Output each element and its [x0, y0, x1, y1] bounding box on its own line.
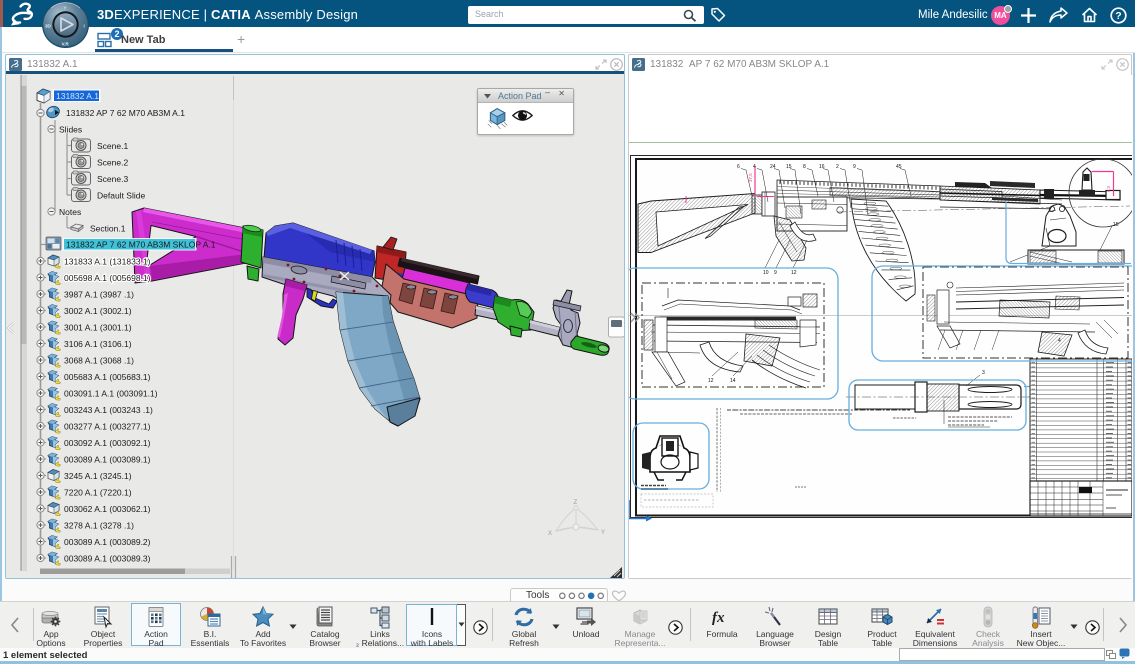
svg-text:3245 A.1 (3245.1): 3245 A.1 (3245.1) [64, 471, 132, 481]
svg-text:Section.1: Section.1 [90, 224, 126, 234]
svg-text:V.R: V.R [62, 42, 70, 47]
svg-text:Scene.3: Scene.3 [97, 174, 128, 184]
svg-text:003089 A.1 (003089.1): 003089 A.1 (003089.1) [64, 455, 151, 465]
svg-text:15: 15 [786, 164, 792, 170]
svg-text:3: 3 [982, 370, 985, 376]
svg-text:12: 12 [708, 378, 714, 384]
svg-text:10: 10 [763, 270, 769, 276]
svg-text:003062 A.1 (003062.1): 003062 A.1 (003062.1) [64, 504, 151, 514]
svg-text:8: 8 [803, 164, 806, 170]
svg-text:005698 A.1 (005698.1): 005698 A.1 (005698.1) [64, 273, 151, 283]
svg-text:9: 9 [853, 164, 856, 170]
svg-text:3002 A.1 (3002.1): 3002 A.1 (3002.1) [64, 306, 132, 316]
svg-text:003091.1 A.1 (003091.1): 003091.1 A.1 (003091.1) [64, 389, 158, 399]
svg-text:4: 4 [1058, 338, 1061, 344]
svg-text:7220 A.1 (7220.1): 7220 A.1 (7220.1) [64, 488, 132, 498]
svg-text:3D: 3D [45, 24, 52, 29]
svg-text:?: ? [1115, 10, 1121, 22]
svg-text:Y: Y [601, 530, 605, 536]
svg-text:003092 A.1 (003092.1): 003092 A.1 (003092.1) [64, 438, 151, 448]
svg-text:003243 A.1 (003243 .1): 003243 A.1 (003243 .1) [64, 405, 153, 415]
svg-text:6,3: 6,3 [1106, 186, 1111, 192]
svg-text:131833 A.1 (131833.1): 131833 A.1 (131833.1) [64, 257, 151, 267]
svg-text:005683 A.1 (005683.1): 005683 A.1 (005683.1) [64, 372, 151, 382]
svg-text:131832 A.1: 131832 A.1 [56, 91, 99, 101]
svg-text:003089 A.1 (003089.2): 003089 A.1 (003089.2) [64, 537, 151, 547]
svg-text:4: 4 [753, 164, 756, 170]
svg-text:16: 16 [819, 164, 825, 170]
svg-text:2: 2 [836, 164, 839, 170]
svg-text:45: 45 [896, 164, 902, 170]
svg-text:Y: Y [64, 6, 67, 11]
svg-text:6: 6 [737, 164, 740, 170]
svg-text:Notes: Notes [59, 207, 81, 217]
svg-text:9: 9 [774, 270, 777, 276]
svg-text:003277 A.1 (003277.1): 003277 A.1 (003277.1) [64, 422, 151, 432]
svg-text:131832 AP 7 62 M70 AB3M A.1: 131832 AP 7 62 M70 AB3M A.1 [66, 108, 185, 118]
svg-text:131832 AP 7 62 M70 AB3M SKLOP: 131832 AP 7 62 M70 AB3M SKLOP A.1 [66, 240, 216, 250]
svg-text:3106 A.1 (3106.1): 3106 A.1 (3106.1) [64, 339, 132, 349]
svg-text:3001 A.1 (3001.1): 3001 A.1 (3001.1) [64, 323, 132, 333]
svg-text:i: i [84, 24, 85, 29]
svg-text:Scene.1: Scene.1 [97, 141, 128, 151]
svg-text:37,5: 37,5 [748, 173, 753, 182]
svg-text:Z: Z [574, 500, 578, 506]
svg-text:003089 A.1 (003089.3): 003089 A.1 (003089.3) [64, 554, 151, 564]
svg-text:24: 24 [770, 164, 776, 170]
svg-text:14: 14 [730, 378, 736, 384]
svg-text:X: X [548, 531, 552, 537]
svg-text:12: 12 [791, 270, 797, 276]
svg-text:15: 15 [1113, 222, 1119, 228]
svg-text:fx: fx [712, 610, 725, 626]
svg-text:3987 A.1 (3987 .1): 3987 A.1 (3987 .1) [64, 290, 134, 300]
svg-text:Scene.2: Scene.2 [97, 158, 128, 168]
svg-text:3068 A.1 (3068 .1): 3068 A.1 (3068 .1) [64, 356, 134, 366]
svg-text:Slides: Slides [59, 125, 82, 135]
svg-text:3278 A.1 (3278 .1): 3278 A.1 (3278 .1) [64, 521, 134, 531]
svg-text:Default Slide: Default Slide [97, 191, 145, 201]
